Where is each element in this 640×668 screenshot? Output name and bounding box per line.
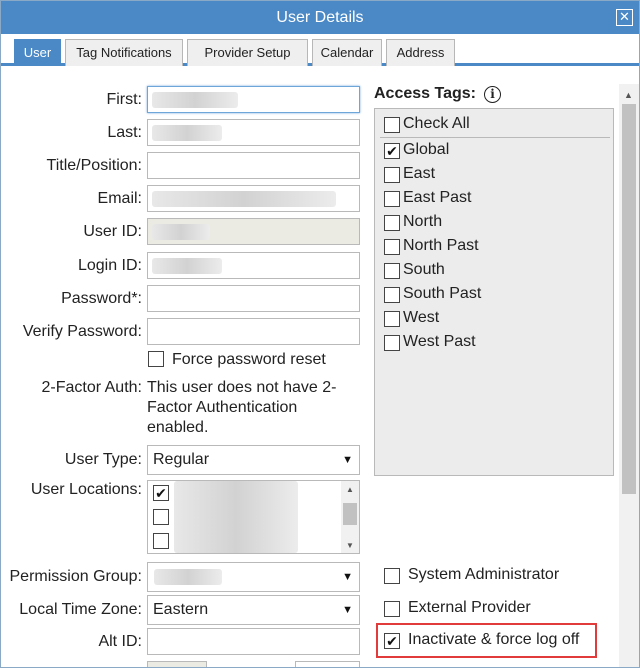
tag-label: South Past bbox=[403, 285, 482, 302]
tag-checkbox[interactable] bbox=[384, 311, 400, 327]
tag-label: East bbox=[403, 165, 436, 182]
verify-password-label: Verify Password: bbox=[22, 323, 142, 340]
force-reset-label: Force password reset bbox=[172, 351, 326, 368]
info-icon[interactable]: i bbox=[484, 86, 501, 103]
redacted-value bbox=[154, 569, 222, 585]
user-type-value: Regular bbox=[153, 451, 210, 468]
redacted-value bbox=[152, 258, 222, 274]
close-icon[interactable]: ✕ bbox=[616, 9, 633, 26]
redacted-value bbox=[152, 125, 222, 141]
password-input[interactable] bbox=[147, 285, 360, 312]
twofa-status-text: This user does not have 2-Factor Authent… bbox=[147, 379, 337, 436]
usertype-label: User Type: bbox=[64, 451, 142, 468]
tag-label: West Past bbox=[403, 333, 476, 350]
tag-checkbox[interactable]: ✔ bbox=[384, 143, 400, 159]
dropdown-arrow-icon: ▼ bbox=[342, 454, 353, 466]
location-checkbox[interactable] bbox=[153, 509, 169, 525]
scroll-thumb[interactable] bbox=[343, 503, 357, 525]
tag-checkbox[interactable] bbox=[384, 287, 400, 303]
dropdown-arrow-icon: ▼ bbox=[342, 604, 353, 616]
locations-label: User Locations: bbox=[30, 481, 142, 498]
user-id-input bbox=[147, 218, 360, 245]
scroll-up-icon[interactable]: ▲ bbox=[624, 90, 633, 100]
scroll-thumb[interactable] bbox=[622, 104, 636, 494]
tab-bar: User Tag Notifications Provider Setup Ca… bbox=[1, 34, 639, 66]
dropdown-arrow-icon: ▼ bbox=[342, 571, 353, 583]
external-provider-label: External Provider bbox=[408, 599, 531, 616]
tag-label: Global bbox=[403, 141, 450, 158]
altid-label: Alt ID: bbox=[98, 633, 142, 650]
time-zone-select[interactable]: Eastern ▼ bbox=[147, 595, 360, 625]
first-label: First: bbox=[106, 91, 142, 108]
last-label: Last: bbox=[107, 124, 142, 141]
check-all-label: Check All bbox=[403, 115, 470, 132]
tag-checkbox[interactable] bbox=[384, 215, 400, 231]
external-provider-checkbox[interactable] bbox=[384, 601, 400, 617]
permission-group-select[interactable]: ▼ bbox=[147, 562, 360, 592]
title-position-input[interactable] bbox=[147, 152, 360, 179]
tag-label: East Past bbox=[403, 189, 472, 206]
tag-label: South bbox=[403, 261, 445, 278]
partial-input[interactable] bbox=[147, 661, 207, 667]
password-label: Password*: bbox=[61, 290, 142, 307]
loginid-label: Login ID: bbox=[77, 257, 142, 274]
permgroup-label: Permission Group: bbox=[9, 568, 143, 585]
location-checkbox[interactable]: ✔ bbox=[153, 485, 169, 501]
scroll-down-icon[interactable]: ▼ bbox=[346, 541, 354, 550]
user-locations-list[interactable]: ✔ ▲ ▼ bbox=[147, 480, 360, 554]
redacted-value bbox=[152, 191, 336, 207]
twofa-label: 2-Factor Auth: bbox=[41, 379, 143, 396]
inactivate-label: Inactivate & force log off bbox=[408, 631, 580, 648]
system-admin-label: System Administrator bbox=[408, 566, 560, 583]
tag-checkbox[interactable] bbox=[384, 239, 400, 255]
partial-select[interactable] bbox=[295, 661, 360, 667]
email-input[interactable] bbox=[147, 185, 360, 212]
inactivate-checkbox[interactable]: ✔ bbox=[384, 633, 400, 649]
force-reset-checkbox[interactable] bbox=[148, 351, 164, 367]
tag-checkbox[interactable] bbox=[384, 335, 400, 351]
tag-label: North Past bbox=[403, 237, 479, 254]
timezone-label: Local Time Zone: bbox=[19, 601, 142, 618]
access-tags-title: Access Tags: bbox=[374, 85, 476, 102]
login-id-input[interactable] bbox=[147, 252, 360, 279]
email-label: Email: bbox=[97, 190, 142, 207]
tag-checkbox[interactable] bbox=[384, 263, 400, 279]
tag-checkbox[interactable] bbox=[384, 167, 400, 183]
tag-checkbox[interactable] bbox=[384, 191, 400, 207]
locations-scrollbar[interactable]: ▲ ▼ bbox=[341, 481, 359, 553]
dialog-title: User Details bbox=[276, 9, 364, 26]
title-label: Title/Position: bbox=[46, 157, 142, 174]
divider bbox=[380, 137, 610, 138]
access-tags-panel: Check All ✔ Global East East Past North North… bbox=[374, 108, 614, 476]
dialog-titlebar: User Details bbox=[1, 1, 639, 34]
tab-user[interactable]: User bbox=[14, 39, 61, 66]
time-zone-value: Eastern bbox=[153, 601, 209, 618]
location-checkbox[interactable] bbox=[153, 533, 169, 549]
tab-calendar[interactable]: Calendar bbox=[312, 39, 382, 66]
redacted-value bbox=[152, 224, 210, 240]
system-admin-checkbox[interactable] bbox=[384, 568, 400, 584]
tab-address[interactable]: Address bbox=[386, 39, 455, 66]
user-details-dialog: User Details ✕ User Tag Notifications Pr… bbox=[0, 0, 640, 668]
tag-label: West bbox=[403, 309, 440, 326]
userid-label: User ID: bbox=[83, 223, 142, 240]
scroll-up-icon[interactable]: ▲ bbox=[346, 485, 354, 494]
last-name-input[interactable] bbox=[147, 119, 360, 146]
verify-password-input[interactable] bbox=[147, 318, 360, 345]
alt-id-input[interactable] bbox=[147, 628, 360, 655]
first-name-input[interactable] bbox=[147, 86, 360, 113]
main-scrollbar[interactable]: ▲ bbox=[619, 84, 639, 667]
tab-provider-setup[interactable]: Provider Setup bbox=[187, 39, 308, 66]
check-all-checkbox[interactable] bbox=[384, 117, 400, 133]
redacted-value bbox=[174, 481, 298, 553]
tab-tag-notifications[interactable]: Tag Notifications bbox=[65, 39, 183, 66]
user-type-select[interactable]: Regular ▼ bbox=[147, 445, 360, 475]
redacted-value bbox=[152, 92, 238, 108]
tag-label: North bbox=[403, 213, 443, 230]
